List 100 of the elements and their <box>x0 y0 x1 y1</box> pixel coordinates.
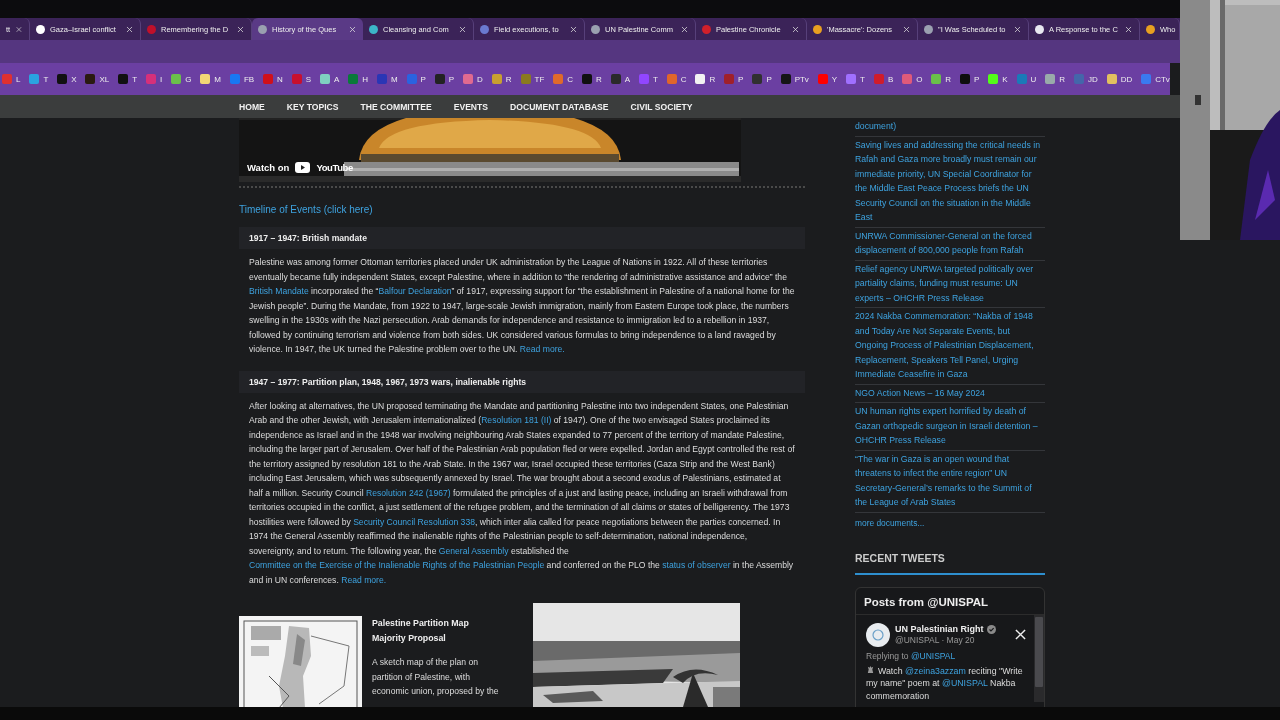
nav-item[interactable]: EVENTS <box>453 101 489 112</box>
bookmark[interactable]: JD <box>1073 74 1098 84</box>
document-link[interactable]: UNRWA Commissioner-General on the forced displacement of 800,000 people from Rafah <box>855 227 1045 261</box>
bookmark[interactable]: CTv <box>1141 74 1170 84</box>
link[interactable]: Security Council Resolution 338 <box>353 516 475 527</box>
close-icon[interactable] <box>15 24 23 34</box>
bookmark[interactable]: C <box>553 74 573 84</box>
close-icon[interactable] <box>902 24 911 34</box>
tweet-text: Watch @zeina3azzam reciting "Write my name" poem at @UNISPAL Nakba commemoration <box>866 664 1024 702</box>
nav-item[interactable]: CIVIL SOCIETY <box>630 101 693 112</box>
bookmark[interactable]: R <box>695 74 716 84</box>
close-icon[interactable] <box>1124 24 1133 34</box>
bookmark[interactable]: U <box>1016 74 1037 84</box>
author-name[interactable]: UN Palestinian Right <box>895 624 984 634</box>
bookmark[interactable]: DD <box>1106 74 1133 84</box>
bookmark-label: G <box>185 74 192 84</box>
document-link[interactable]: Saving lives and addressing the critical needs in Rafah and Gaza more broadly must remain our immediate priority, UN Special Coordinator for the Middle East Peace Process briefs the UN Security Council on the situation in the Middle East <box>855 136 1045 228</box>
timeline-link[interactable]: Timeline of Events (click here) <box>239 204 373 215</box>
nav-item[interactable]: KEY TOPICS <box>286 101 339 112</box>
bookmark[interactable]: P <box>724 74 744 84</box>
bookmark-label: K <box>1002 74 1008 84</box>
bookmark[interactable]: A <box>610 74 630 84</box>
scrollbar[interactable] <box>1034 614 1044 702</box>
link[interactable]: status of observer <box>662 560 731 570</box>
document-link[interactable]: Relief agency UNRWA targeted politically over partiality claims, funding must resume: UN experts – OHCHR Press Release <box>855 260 1045 308</box>
bookmark[interactable]: R <box>491 74 512 84</box>
bookmark[interactable]: X <box>57 74 77 84</box>
bookmark[interactable]: N <box>263 74 283 84</box>
link[interactable]: Read more. <box>341 574 387 585</box>
document-link[interactable]: 2024 Nakba Commemoration: “Nakba of 1948 and Today Are Not Separate Events, but Ongoing Process of Palestinian Displacement, Replacement, Speakers Tell Panel, Urging Immediate Ceasefire in Gaza <box>855 308 1045 385</box>
close-icon[interactable] <box>791 24 800 34</box>
bookmark[interactable]: T <box>29 74 49 84</box>
close-icon[interactable] <box>236 24 245 34</box>
nav-item[interactable]: DOCUMENT DATABASE <box>510 101 609 112</box>
bookmark[interactable]: P <box>406 74 426 84</box>
close-icon[interactable] <box>569 24 578 34</box>
link[interactable]: Committee on the Exercise of the Inalienable Rights of the Palestinian People <box>249 560 545 570</box>
section-heading: 1947 – 1977: Partition plan, 1948, 1967, 1973 wars, inalienable rights <box>239 370 805 393</box>
widget-title: Posts from @UNISPAL <box>863 594 990 610</box>
bookmark[interactable]: B <box>873 74 894 84</box>
bookmark[interactable]: P <box>752 74 772 84</box>
card-title[interactable]: Palestine Partition Map Majority Proposal <box>372 616 503 645</box>
bookmark[interactable]: I <box>146 74 163 84</box>
bookmark[interactable]: T <box>118 74 138 84</box>
bookmark[interactable]: R <box>581 74 602 84</box>
bookmark[interactable]: K <box>988 74 1008 84</box>
nav-item[interactable]: HOME <box>239 101 265 112</box>
close-icon[interactable] <box>680 24 689 34</box>
bookmark[interactable]: TF <box>520 74 545 84</box>
bookmark-label: R <box>595 74 602 84</box>
link[interactable]: @UNISPAL <box>910 650 956 661</box>
nav-item[interactable]: THE COMMITTEE <box>360 101 432 112</box>
close-icon[interactable] <box>458 24 467 34</box>
bookmark-label: P <box>974 74 980 84</box>
link[interactable]: Read more. <box>519 344 565 354</box>
bookmark-label: R <box>1059 74 1065 84</box>
link[interactable]: Resolution 181 (II) <box>481 415 552 425</box>
document-link[interactable]: “The war in Gaza is an open wound that threatens to infect the entire region” UN Secretary-General’s remarks to the Summit of the League of Arab States <box>855 450 1045 513</box>
bookmark[interactable]: O <box>902 74 923 84</box>
bookmark[interactable]: Y <box>817 74 838 84</box>
bookmark[interactable]: G <box>171 74 192 84</box>
youtube-label[interactable]: YouTube <box>316 162 353 173</box>
bookmark[interactable]: S <box>291 74 312 84</box>
bookmark[interactable]: P <box>960 74 980 84</box>
bookmark[interactable]: A <box>320 74 340 84</box>
more-documents-link[interactable]: more documents... <box>855 517 925 528</box>
bookmark[interactable]: L <box>2 74 21 84</box>
bookmark[interactable]: T <box>638 74 658 84</box>
bookmark[interactable]: FB <box>229 74 255 84</box>
close-icon[interactable] <box>1013 24 1022 34</box>
section-heading: RECENT TWEETS <box>855 551 1045 575</box>
bookmark-label: TF <box>534 74 545 84</box>
play-icon <box>295 162 311 173</box>
watch-on-label[interactable]: Watch on <box>247 162 290 173</box>
bookmark[interactable]: D <box>463 74 483 84</box>
link[interactable]: @UNISPAL <box>942 678 988 688</box>
bookmark[interactable]: C <box>666 74 687 84</box>
bookmark[interactable]: P <box>434 74 455 84</box>
document-link[interactable]: UN human rights expert horrified by death of Gazan orthopedic surgeon in Israeli detention – OHCHR Press Release <box>855 403 1045 451</box>
bookmark[interactable]: PTv <box>780 74 809 84</box>
x-logo-icon[interactable] <box>1015 629 1026 640</box>
link[interactable]: British Mandate <box>249 286 309 296</box>
bookmark[interactable]: XL <box>85 74 110 84</box>
bookmark-label: P <box>738 74 744 84</box>
bookmark[interactable]: T <box>846 74 865 84</box>
close-icon[interactable] <box>125 24 134 34</box>
link[interactable]: General Assembly <box>438 545 509 556</box>
bookmark[interactable]: M <box>377 74 398 84</box>
bookmark[interactable]: R <box>931 74 952 84</box>
link[interactable]: Resolution 242 (1967) <box>366 487 451 498</box>
document-link[interactable]: NGO Action News – 16 May 2024 <box>855 384 1045 403</box>
close-icon[interactable] <box>348 24 357 34</box>
document-link[interactable]: document) <box>855 118 1045 137</box>
bookmark-label: DD <box>1120 74 1133 84</box>
bookmark[interactable]: R <box>1045 74 1065 84</box>
link[interactable]: @zeina3azzam <box>905 665 966 676</box>
bookmark[interactable]: M <box>200 74 221 84</box>
bookmark[interactable]: H <box>348 74 369 84</box>
link[interactable]: Balfour Declaration <box>378 286 452 296</box>
bookmark-label: T <box>43 74 49 84</box>
